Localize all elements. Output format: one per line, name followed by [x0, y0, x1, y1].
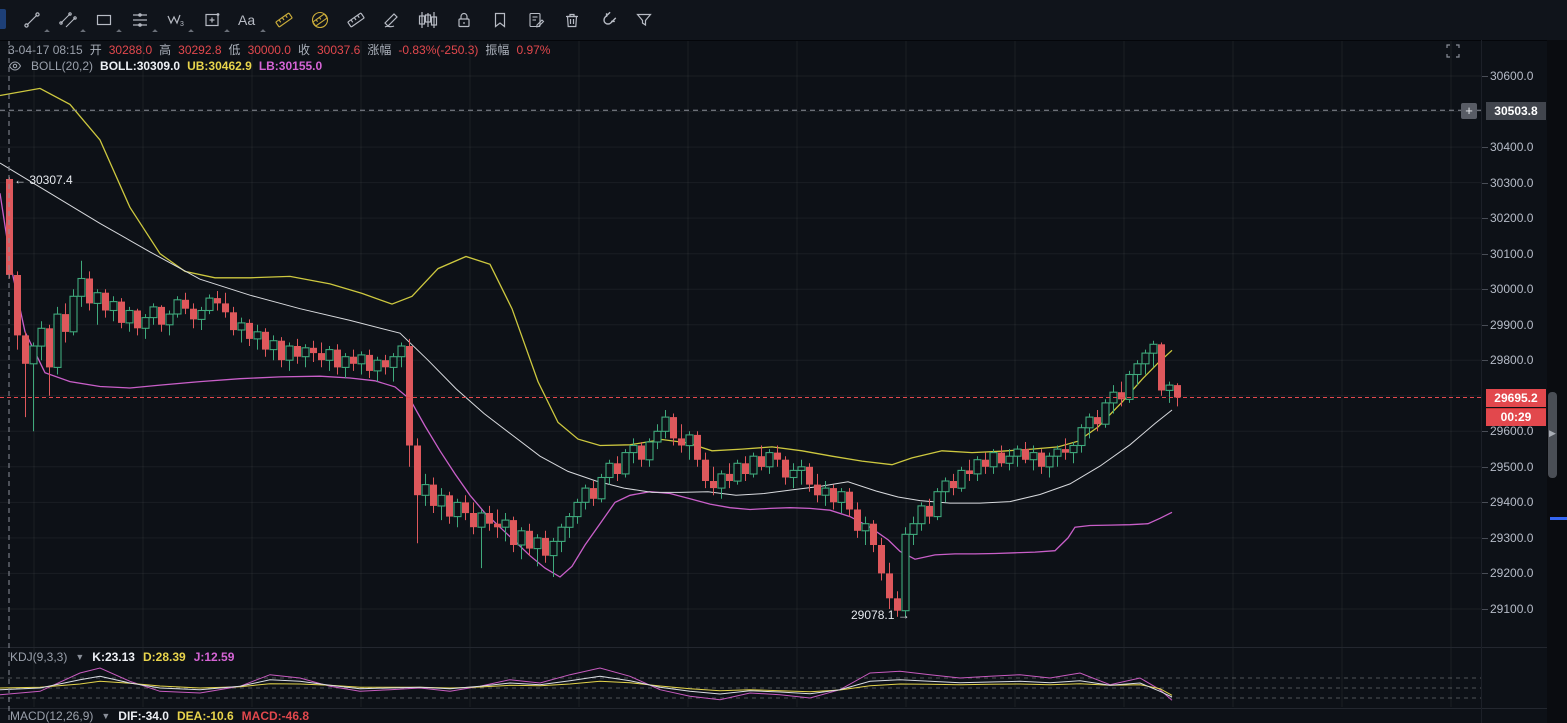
- indicator-visibility-icon[interactable]: [8, 59, 22, 73]
- parallel-channel-tool[interactable]: [50, 4, 86, 36]
- measure-circle-tool[interactable]: [302, 4, 338, 36]
- axis-tick-mark: [1482, 76, 1488, 77]
- ohlc-field-value: 3-04-17 08:15: [8, 42, 83, 57]
- axis-tick-mark: [1482, 183, 1488, 184]
- boll-mid-value: BOLL:30309.0: [100, 59, 181, 73]
- tool-dropdown-caret[interactable]: [188, 29, 194, 35]
- lock-tool[interactable]: [446, 4, 482, 36]
- macd-dif-value: DIF:-34.0: [118, 709, 169, 723]
- candlestick-chart-canvas[interactable]: [0, 0, 1567, 723]
- drawing-toolbar: 3 Aa: [0, 0, 1567, 41]
- axis-tick-mark: [1482, 289, 1488, 290]
- crosshair-price-label: 30503.8: [1486, 102, 1546, 120]
- macd-indicator-name[interactable]: MACD(12,26,9): [10, 709, 93, 723]
- boll-info-bar: BOLL(20,2) BOLL:30309.0 UB:30462.9 LB:30…: [8, 59, 322, 73]
- kdj-indicator-name[interactable]: KDJ(9,3,3): [10, 650, 67, 664]
- tool-dropdown-caret[interactable]: [152, 29, 158, 35]
- ohlc-field-label: 收: [297, 43, 310, 57]
- axis-tick-mark: [1482, 147, 1488, 148]
- axis-tick-mark: [1482, 467, 1488, 468]
- macd-macd-value: MACD:-46.8: [241, 709, 310, 723]
- low-annotation-29078: 29078.1 →: [851, 608, 910, 622]
- boll-ub-value: UB:30462.9: [187, 59, 252, 73]
- active-tool-partial[interactable]: [0, 9, 6, 29]
- ohlc-field-label: 低: [228, 43, 241, 57]
- ohlc-field-value: -0.83%(-250.3): [398, 42, 479, 57]
- ohlc-field-value: 30288.0: [108, 42, 153, 57]
- ohlc-field-value: 0.97%: [516, 42, 551, 57]
- kdj-dropdown-icon[interactable]: ▼: [75, 652, 84, 662]
- svg-text:3: 3: [180, 21, 184, 28]
- trading-chart-app: 3 Aa 3-04-17 08:15 开 30288.0 高 30292.8 低 30000.…: [0, 0, 1567, 723]
- last-price-label: 29695.2: [1486, 389, 1546, 407]
- tool-dropdown-caret[interactable]: [116, 29, 122, 35]
- side-panel-accent-line: [1550, 517, 1567, 520]
- pattern-tool[interactable]: [194, 4, 230, 36]
- ohlc-field-value: 30000.0: [247, 42, 291, 57]
- text-tool[interactable]: Aa: [230, 4, 266, 36]
- magnet-tool[interactable]: [590, 4, 626, 36]
- macd-dea-value: DEA:-10.6: [176, 709, 234, 723]
- brush-tool[interactable]: [374, 4, 410, 36]
- delete-tool[interactable]: [554, 4, 590, 36]
- axis-tick-mark: [1482, 431, 1488, 432]
- bookmark-tool[interactable]: [482, 4, 518, 36]
- axis-tick-mark: [1482, 573, 1488, 574]
- side-panel-expand-arrow[interactable]: ▶: [1549, 428, 1556, 439]
- svg-text:Aa: Aa: [238, 12, 255, 28]
- ohlc-field-label: 涨幅: [367, 43, 392, 57]
- tool-dropdown-caret[interactable]: [224, 29, 230, 35]
- macd-info-bar: MACD(12,26,9) ▼ DIF:-34.0 DEA:-10.6 MACD…: [10, 709, 309, 723]
- axis-tick-mark: [1482, 538, 1488, 539]
- price-annotation-30307: ← 30307.4: [14, 173, 73, 187]
- ohlc-info-bar: 3-04-17 08:15 开 30288.0 高 30292.8 低 30000.0 收 30…: [8, 41, 550, 58]
- ohlc-field-label: 开: [89, 43, 102, 57]
- ohlc-field-label: 振幅: [485, 43, 510, 57]
- axis-tick-mark: [1482, 218, 1488, 219]
- filter-tool[interactable]: [626, 4, 662, 36]
- axis-tick-mark: [1482, 360, 1488, 361]
- tool-dropdown-caret[interactable]: [44, 29, 50, 35]
- bar-countdown-label: 00:29: [1486, 408, 1546, 426]
- macd-dropdown-icon[interactable]: ▼: [101, 711, 110, 721]
- price-axis-separator: [1481, 40, 1482, 723]
- measure-ruler-tool[interactable]: [266, 4, 302, 36]
- elliott-wave-tool[interactable]: 3: [158, 4, 194, 36]
- candle-pattern-tool[interactable]: [410, 4, 446, 36]
- add-alert-plus-button[interactable]: +: [1461, 103, 1477, 119]
- ruler-tool[interactable]: [338, 4, 374, 36]
- kdj-info-bar: KDJ(9,3,3) ▼ K:23.13 D:28.39 J:12.59: [10, 650, 234, 664]
- ohlc-field-label: 高: [159, 43, 172, 57]
- fib-retracement-tool[interactable]: [122, 4, 158, 36]
- kdj-j-value: J:12.59: [193, 650, 235, 664]
- boll-lb-value: LB:30155.0: [258, 59, 323, 73]
- edit-list-tool[interactable]: [518, 4, 554, 36]
- axis-tick-mark: [1482, 609, 1488, 610]
- maximize-pane-icon[interactable]: [1444, 42, 1462, 60]
- axis-tick-mark: [1482, 325, 1488, 326]
- kdj-k-value: K:23.13: [92, 650, 135, 664]
- ohlc-field-value: 30292.8: [178, 42, 222, 57]
- trend-line-tool[interactable]: [14, 4, 50, 36]
- kdj-d-value: D:28.39: [142, 650, 186, 664]
- rectangle-tool[interactable]: [86, 4, 122, 36]
- tool-dropdown-caret[interactable]: [80, 29, 86, 35]
- axis-tick-mark: [1482, 254, 1488, 255]
- right-edge-strip: [1547, 40, 1567, 723]
- tool-dropdown-caret[interactable]: [260, 29, 266, 35]
- axis-tick-mark: [1482, 502, 1488, 503]
- ohlc-field-value: 30037.6: [316, 42, 361, 57]
- boll-indicator-name[interactable]: BOLL(20,2): [31, 59, 93, 73]
